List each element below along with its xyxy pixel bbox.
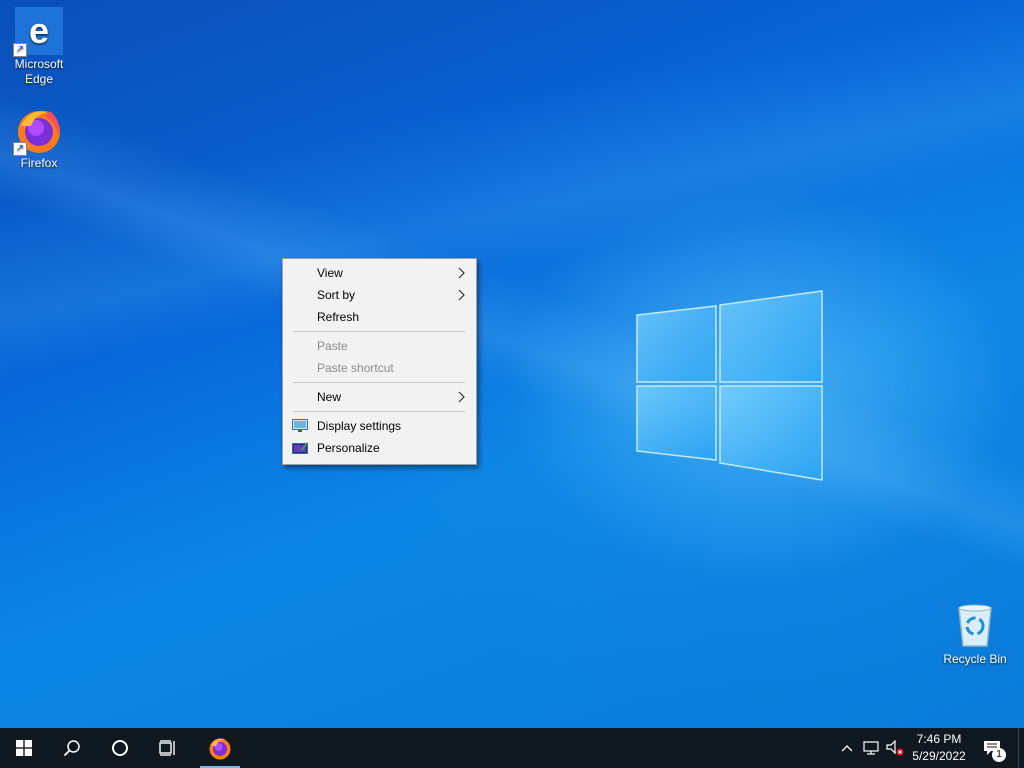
menu-item-label: Personalize <box>317 441 380 455</box>
search-icon <box>63 740 80 757</box>
show-hidden-icons-button[interactable] <box>838 728 856 768</box>
light-beam <box>0 0 1024 728</box>
start-button[interactable] <box>0 728 48 768</box>
recycle-bin-icon <box>951 602 999 650</box>
edge-icon: e ↗ <box>13 7 63 57</box>
volume-muted-icon <box>886 740 904 756</box>
taskbar: 7:46 PM 5/29/2022 <box>0 728 1024 768</box>
chevron-up-icon <box>841 745 853 752</box>
desktop-icon-label: Microsoft <box>14 57 64 71</box>
desktop-icon-edge[interactable]: e ↗ Microsoft Edge <box>2 7 76 87</box>
start-icon <box>16 740 32 756</box>
firefox-icon <box>209 738 231 760</box>
search-button[interactable] <box>48 728 96 768</box>
menu-separator <box>293 331 465 332</box>
menu-item-display-settings[interactable]: Display settings <box>283 415 476 437</box>
menu-item-view[interactable]: View <box>283 262 476 284</box>
menu-item-label: Refresh <box>317 310 360 324</box>
menu-item-sort-by[interactable]: Sort by <box>283 284 476 306</box>
desktop-icon-label: Recycle Bin <box>943 652 1007 666</box>
clock-time: 7:46 PM <box>916 732 962 746</box>
clock-date: 5/29/2022 <box>912 749 966 763</box>
network-button[interactable] <box>860 728 882 768</box>
menu-item-paste-shortcut: Paste shortcut <box>283 357 476 379</box>
notification-count-badge: 1 <box>992 748 1006 762</box>
desktop-icon-firefox[interactable]: ↗ Firefox <box>2 106 76 171</box>
menu-item-paste: Paste <box>283 335 476 357</box>
chevron-right-icon <box>458 289 465 301</box>
taskbar-clock[interactable]: 7:46 PM 5/29/2022 <box>906 731 972 765</box>
menu-separator <box>293 382 465 383</box>
display-icon <box>292 419 308 432</box>
task-view-button[interactable] <box>144 728 192 768</box>
menu-item-label: Sort by <box>317 288 356 302</box>
desktop-icon-label: Edge <box>24 72 54 86</box>
chevron-right-icon <box>458 391 465 403</box>
desktop-icon-recycle-bin[interactable]: Recycle Bin <box>938 602 1012 667</box>
task-view-icon <box>159 740 175 756</box>
desktop-icon-label: Firefox <box>20 156 58 170</box>
show-desktop-button[interactable] <box>1018 728 1024 768</box>
menu-item-label: Paste shortcut <box>317 361 394 375</box>
menu-separator <box>293 411 465 412</box>
menu-item-new[interactable]: New <box>283 386 476 408</box>
menu-item-personalize[interactable]: Personalize <box>283 437 476 459</box>
menu-item-label: Paste <box>317 339 348 353</box>
cortana-icon <box>112 740 128 756</box>
menu-item-label: New <box>317 390 342 404</box>
svg-text:e: e <box>29 10 49 51</box>
desktop-background[interactable]: e ↗ Microsoft Edge ↗ Firefox Recycle Bin… <box>0 0 1024 728</box>
cortana-button[interactable] <box>96 728 144 768</box>
taskbar-firefox[interactable] <box>196 728 244 768</box>
windows-logo-wallpaper <box>636 290 823 481</box>
shortcut-arrow-icon: ↗ <box>13 43 27 57</box>
network-icon <box>863 741 879 755</box>
menu-item-label: Display settings <box>317 419 402 433</box>
personalize-icon <box>292 442 308 454</box>
volume-button[interactable] <box>884 728 906 768</box>
menu-item-label: View <box>317 266 343 280</box>
firefox-icon: ↗ <box>13 106 63 156</box>
menu-item-refresh[interactable]: Refresh <box>283 306 476 328</box>
chevron-right-icon <box>458 267 465 279</box>
shortcut-arrow-icon: ↗ <box>13 142 27 156</box>
desktop-context-menu: View Sort by Refresh Paste Paste shortcu… <box>282 258 477 465</box>
